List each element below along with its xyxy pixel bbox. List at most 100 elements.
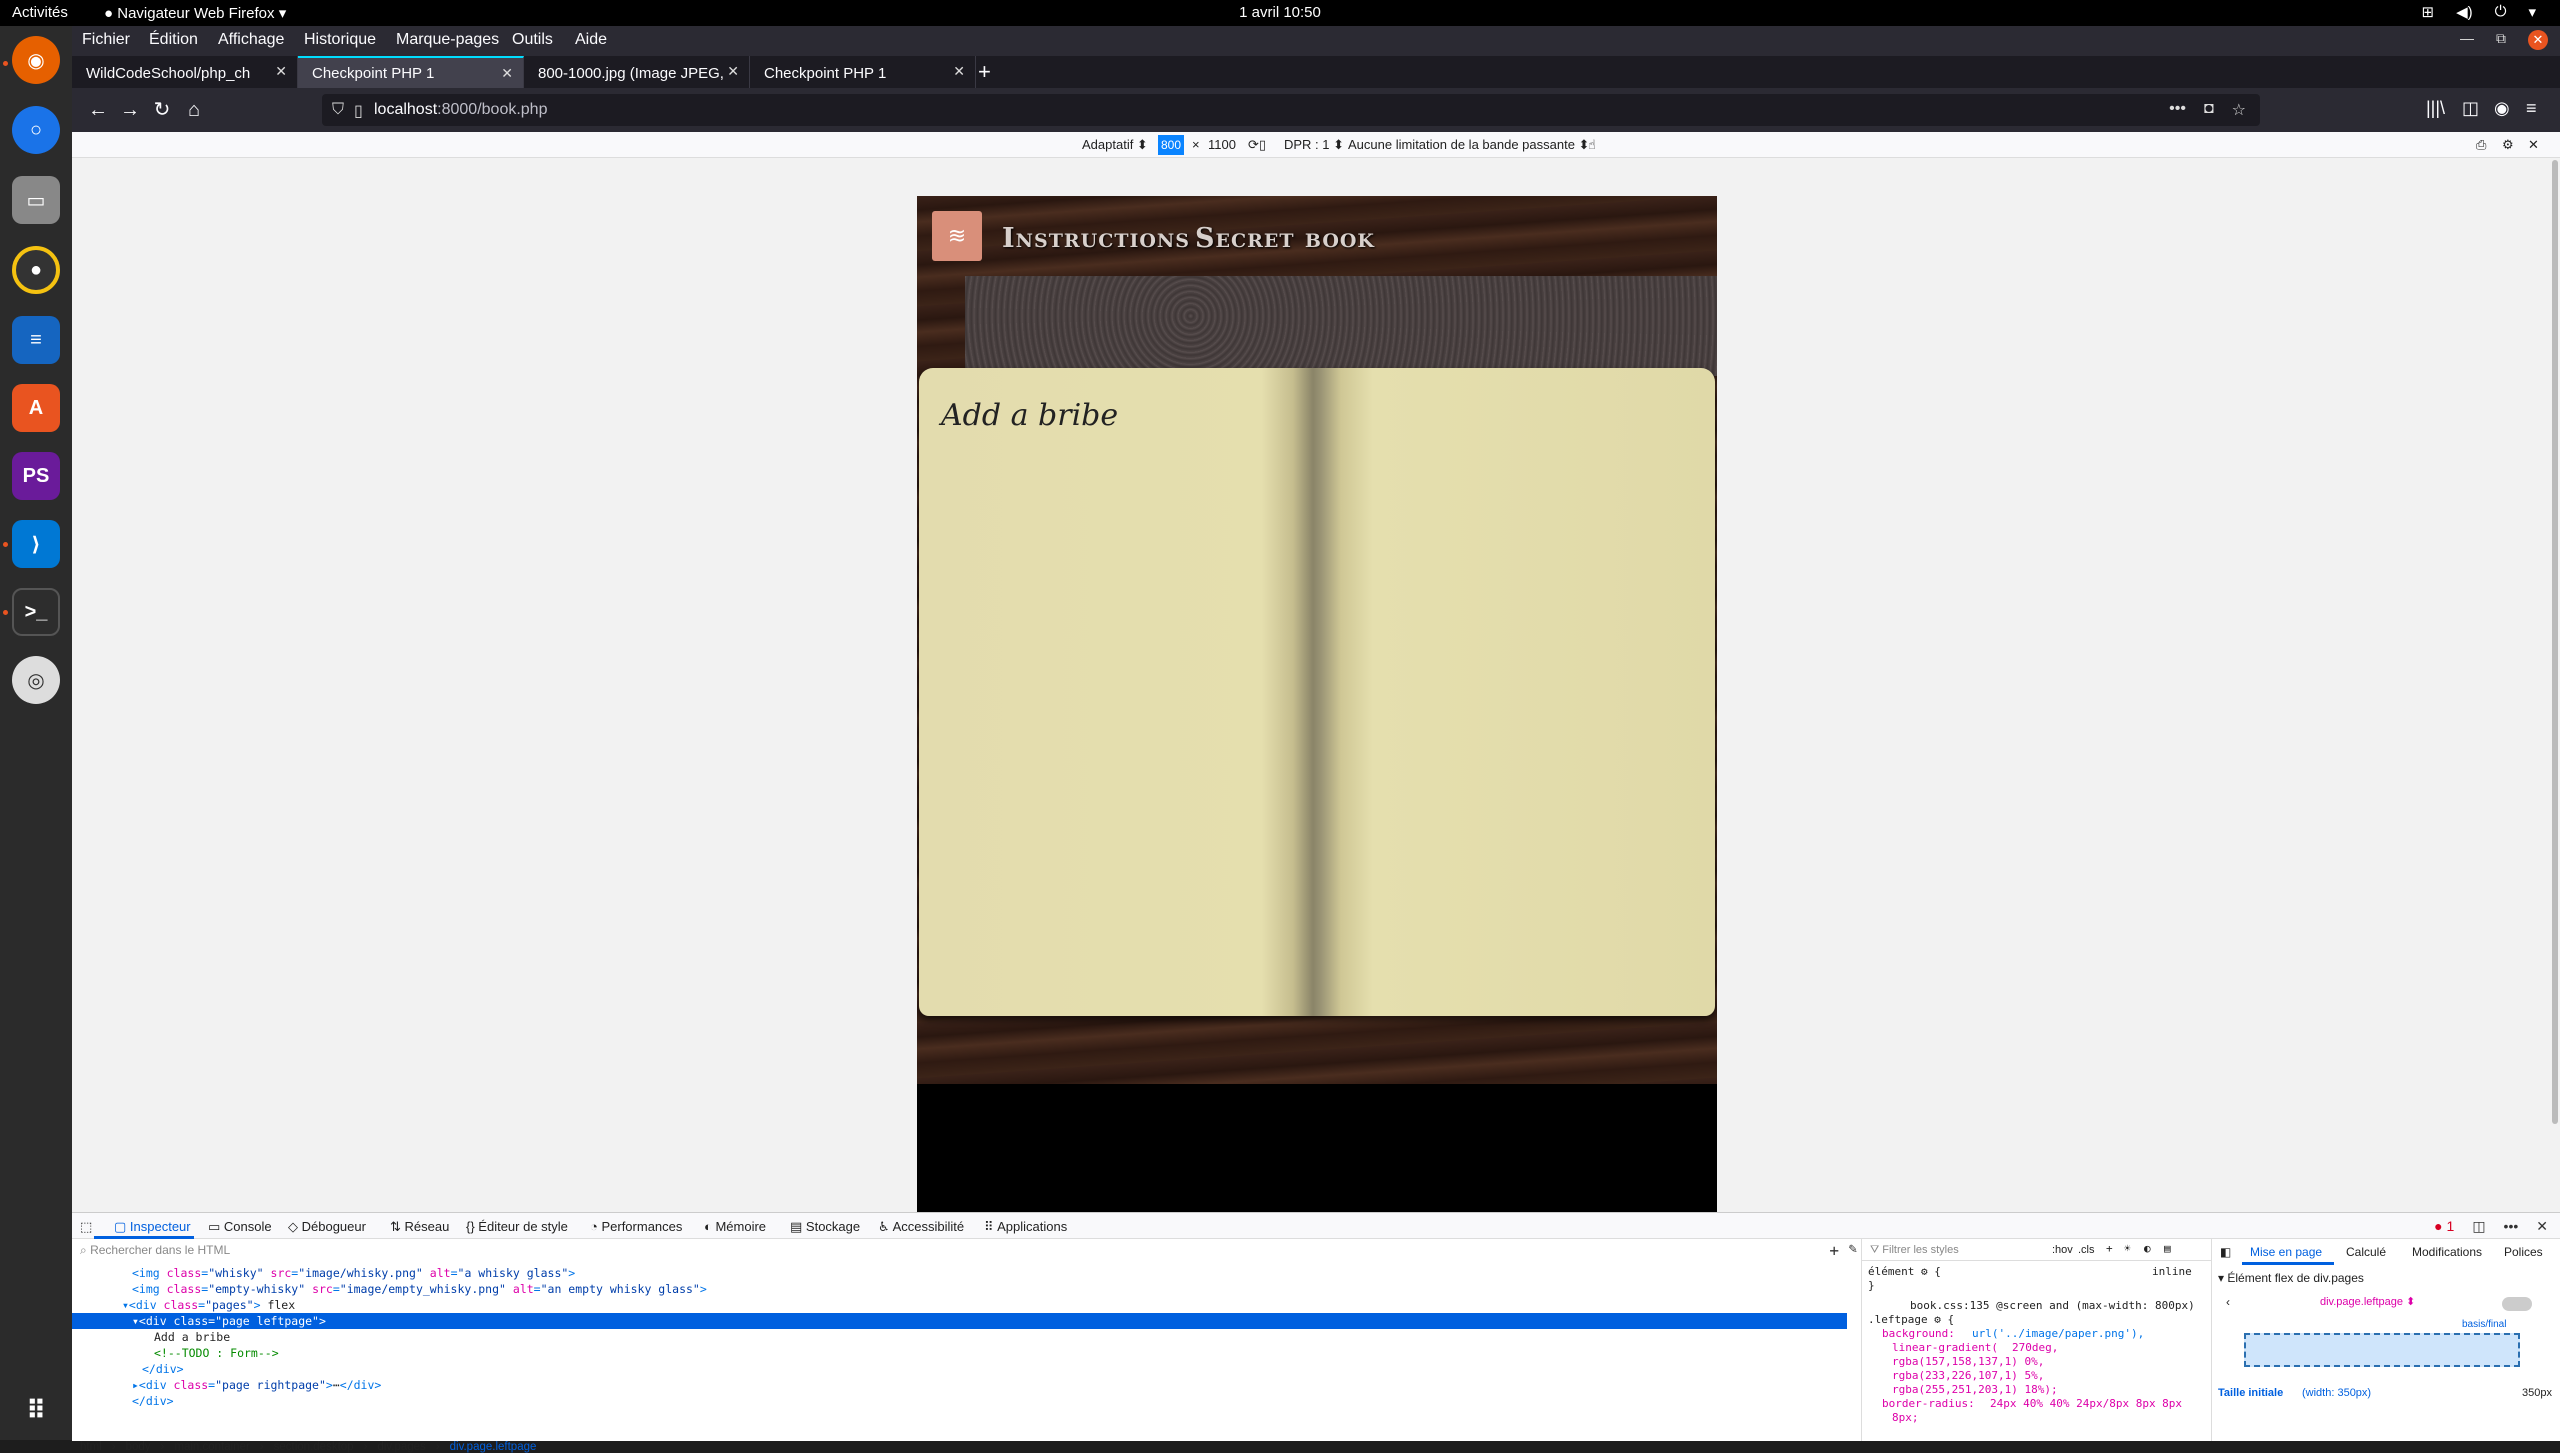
breadcrumb-item[interactable]: body xyxy=(126,1441,151,1453)
rule-val-gradient[interactable]: linear-gradient( xyxy=(1892,1341,1998,1354)
new-tab-button[interactable]: + xyxy=(978,59,991,85)
hamburger-menu-icon[interactable]: ≡ xyxy=(2526,98,2537,119)
tab-mise-en-page[interactable]: Mise en page xyxy=(2250,1245,2322,1259)
pick-element-icon[interactable]: ⬚ xyxy=(80,1219,92,1235)
breadcrumb-item[interactable]: html xyxy=(80,1441,102,1453)
rule-val-stop[interactable]: rgba(255,251,203,1) 18%); xyxy=(1892,1383,2058,1396)
tab-inspecteur[interactable]: ▢ Inspecteur xyxy=(114,1219,191,1235)
tab-polices[interactable]: Polices xyxy=(2504,1245,2543,1259)
code-line[interactable]: <img class="empty-whisky" src="image/emp… xyxy=(72,1281,1847,1297)
code-line[interactable]: </div> xyxy=(72,1361,1847,1377)
rule-source[interactable]: book.css:135 @screen and (max-width: 800… xyxy=(1910,1299,2195,1312)
hov-toggle[interactable]: :hov xyxy=(2052,1244,2073,1256)
terminal-icon[interactable]: >_ xyxy=(12,588,60,636)
breadcrumb-item[interactable]: div.pages xyxy=(377,1441,425,1453)
tab-accessibilite[interactable]: ♿ Accessibilité xyxy=(878,1219,964,1235)
code-line[interactable]: <img class="whisky" src="image/whisky.pn… xyxy=(72,1265,1847,1281)
tab-github[interactable]: WildCodeSchool/php_ch ✕ xyxy=(72,56,298,88)
tab-performances[interactable]: ◔ Performances xyxy=(590,1219,682,1234)
add-node-icon[interactable]: + xyxy=(1829,1241,1839,1260)
tab-modifications[interactable]: Modifications xyxy=(2412,1245,2482,1259)
close-tab-icon[interactable]: ✕ xyxy=(275,63,287,80)
firefox-icon[interactable]: ◉ xyxy=(12,36,60,84)
code-line-selected[interactable]: ▾<div class="page leftpage"> xyxy=(72,1313,1847,1329)
clock[interactable]: 1 avril 10:50 xyxy=(0,4,2560,21)
system-tray[interactable]: ⊞ ◀) ⏻ ▾ xyxy=(2421,3,2536,21)
phpstorm-icon[interactable]: PS xyxy=(12,452,60,500)
close-devtools-icon[interactable]: ✕ xyxy=(2536,1218,2548,1235)
tab-console[interactable]: ▭ Console xyxy=(208,1219,272,1235)
close-tab-icon[interactable]: ✕ xyxy=(953,63,965,80)
dpr-select[interactable]: DPR : 1 ⬍ xyxy=(1284,137,1344,153)
software-center-icon[interactable]: A xyxy=(12,384,60,432)
menu-marque-pages[interactable]: Marque-pages xyxy=(396,31,499,49)
throttle-select[interactable]: Aucune limitation de la bande passante ⬍ xyxy=(1348,137,1589,153)
code-line[interactable]: </div> xyxy=(72,1393,1847,1409)
tab-image[interactable]: 800-1000.jpg (Image JPEG, ✕ xyxy=(524,56,750,88)
code-line[interactable]: <!--TODO : Form--> xyxy=(72,1345,1847,1361)
code-line[interactable]: Add a bribe xyxy=(72,1329,1847,1345)
rule-val-stop[interactable]: rgba(157,158,137,1) 0%, xyxy=(1892,1355,2044,1368)
flex-element-select[interactable]: div.page.leftpage ⬍ xyxy=(2320,1295,2415,1308)
code-line[interactable]: ▸<div class="page rightpage">⋯</div> xyxy=(72,1377,1847,1393)
highlight-toggle[interactable] xyxy=(2502,1297,2532,1311)
tab-checkpoint[interactable]: Checkpoint PHP 1 ✕ xyxy=(750,56,976,88)
breadcrumb-item-current[interactable]: div.page.leftpage xyxy=(450,1441,537,1453)
sidebar-icon[interactable]: ◫ xyxy=(2462,98,2479,119)
menu-historique[interactable]: Historique xyxy=(304,31,376,49)
rule-prop-border-radius[interactable]: border-radius: xyxy=(1882,1397,1975,1410)
breadcrumb-item[interactable]: main.container xyxy=(174,1441,249,1453)
tab-calcule[interactable]: Calculé xyxy=(2346,1245,2386,1259)
menu-fichier[interactable]: Fichier xyxy=(82,31,130,49)
eyedropper-icon[interactable]: ✎ xyxy=(1849,1241,1857,1257)
rule-val-border-radius[interactable]: 24px 40% 40% 24px/8px 8px 8px xyxy=(1990,1397,2182,1410)
bookmark-star-icon[interactable]: ☆ xyxy=(2232,100,2246,120)
dock-side-icon[interactable]: ◫ xyxy=(2472,1218,2485,1235)
height-input[interactable]: 1100 xyxy=(1208,137,1236,152)
minimize-button[interactable]: — xyxy=(2460,30,2474,50)
rule-val-url[interactable]: url('../image/paper.png'), xyxy=(1972,1327,2144,1340)
more-options-icon[interactable]: ••• xyxy=(2504,1218,2519,1235)
width-input[interactable]: 800 xyxy=(1158,135,1184,155)
light-theme-icon[interactable]: ☀ xyxy=(2124,1242,2131,1255)
flex-item-section[interactable]: ▾ Élément flex de div.pages xyxy=(2218,1271,2364,1285)
code-line[interactable]: ▾<div class="pages"> flex xyxy=(72,1297,1847,1313)
device-select[interactable]: Adaptatif ⬍ xyxy=(1082,137,1148,153)
menu-aide[interactable]: Aide xyxy=(575,31,607,49)
back-button[interactable]: ← xyxy=(84,96,112,124)
writer-icon[interactable]: ≡ xyxy=(12,316,60,364)
tab-debogueur[interactable]: ◇ Débogueur xyxy=(288,1219,366,1235)
files-icon[interactable]: ▭ xyxy=(12,176,60,224)
pocket-icon[interactable]: ◘ xyxy=(2204,100,2214,120)
forward-button[interactable]: → xyxy=(116,96,144,124)
screenshot-icon[interactable]: ⎙ xyxy=(2476,137,2486,153)
breadcrumb-item[interactable]: section.desktop xyxy=(274,1441,354,1453)
rule-val-gradient-angle[interactable]: 270deg, xyxy=(2012,1341,2058,1354)
back-icon[interactable]: ‹ xyxy=(2226,1295,2230,1309)
site-logo[interactable]: ≋ xyxy=(932,211,982,261)
menu-outils[interactable]: Outils xyxy=(512,31,553,49)
menu-edition[interactable]: Édition xyxy=(149,31,198,49)
rule-prop-background[interactable]: background: xyxy=(1882,1327,1955,1340)
tab-applications[interactable]: ⠿ Applications xyxy=(984,1219,1067,1235)
close-tab-icon[interactable]: ✕ xyxy=(501,65,513,82)
touch-simulation-icon[interactable]: ☝ xyxy=(1588,137,1596,153)
url-bar[interactable]: ⛉ ▯ localhost:8000/book.php ••• ◘ ☆ xyxy=(322,94,2260,126)
cls-toggle[interactable]: .cls xyxy=(2078,1244,2095,1256)
nav-instructions[interactable]: Instructions xyxy=(1002,223,1190,254)
reload-button[interactable]: ↻ xyxy=(148,96,176,124)
scrollbar-thumb[interactable] xyxy=(2552,160,2558,1124)
app-grid-icon[interactable]: ⠿ xyxy=(12,1386,60,1434)
account-icon[interactable]: ◉ xyxy=(2494,98,2510,119)
tab-memoire[interactable]: ◐ Mémoire xyxy=(704,1219,766,1234)
maximize-button[interactable]: ⧉ xyxy=(2496,30,2506,50)
filter-styles-input[interactable]: ⛛ Filtrer les styles xyxy=(1870,1244,1959,1257)
layout-pane-icon[interactable]: ◧ xyxy=(2220,1245,2231,1259)
disc-icon[interactable]: ◎ xyxy=(12,656,60,704)
tab-checkpoint-active[interactable]: Checkpoint PHP 1 ✕ xyxy=(298,56,524,88)
close-rdm-icon[interactable]: ✕ xyxy=(2528,137,2539,153)
close-window-button[interactable]: ✕ xyxy=(2528,30,2548,50)
tab-editeur-style[interactable]: {} Éditeur de style xyxy=(466,1219,568,1234)
tab-stockage[interactable]: ▤ Stockage xyxy=(790,1219,860,1235)
vscode-icon[interactable]: ⟩ xyxy=(12,520,60,568)
